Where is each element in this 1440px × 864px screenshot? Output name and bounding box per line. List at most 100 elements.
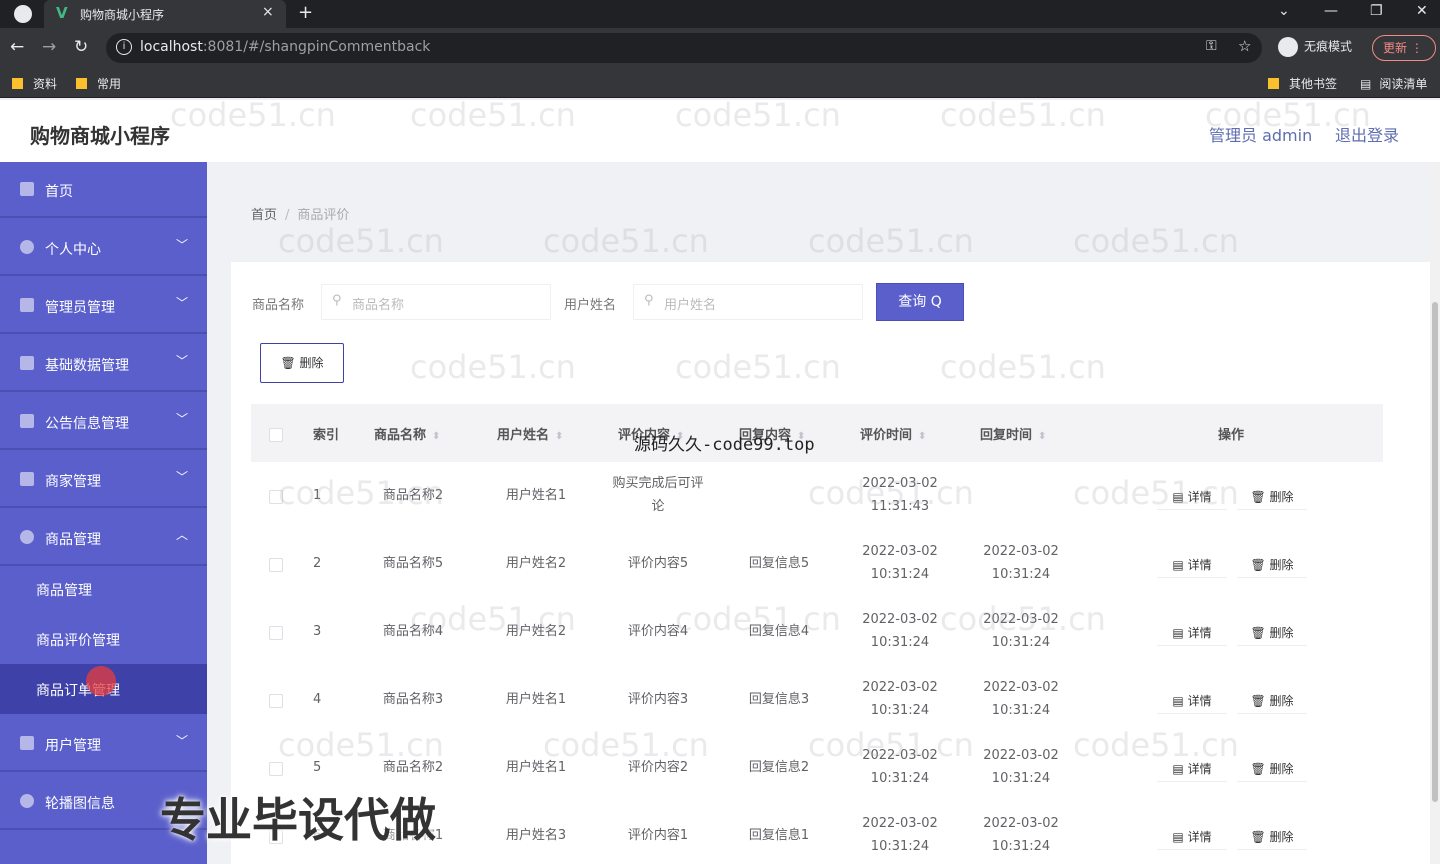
breadcrumb-separator: / — [285, 208, 290, 223]
detail-button[interactable]: ▤ 详情 — [1157, 756, 1227, 782]
user-name-label: 用户姓名 — [564, 298, 617, 313]
detail-button[interactable]: ▤ 详情 — [1157, 552, 1227, 578]
select-all-checkbox[interactable] — [269, 428, 283, 442]
scrollbar-thumb[interactable] — [1432, 302, 1438, 802]
delete-button[interactable]: 🗑 删除 — [1237, 688, 1307, 714]
sidebar-item-base-data[interactable]: 基础数据管理 ﹀ — [0, 336, 207, 392]
minimize-icon[interactable]: — — [1324, 3, 1338, 19]
cell-reply: 回复信息3 — [748, 692, 810, 707]
delete-button[interactable]: 🗑 删除 — [1237, 484, 1307, 510]
chevron-down-icon: ﹀ — [176, 470, 189, 484]
restore-icon[interactable]: ❐ — [1370, 3, 1383, 19]
reading-list-icon: ▤ — [1360, 77, 1372, 91]
sidebar-item-personal[interactable]: 个人中心 ﹀ — [0, 220, 207, 276]
row-checkbox[interactable] — [269, 762, 283, 776]
cell-comment: 评价内容1 — [627, 828, 689, 843]
goods-icon — [20, 530, 34, 544]
cell-index: 1 — [313, 488, 322, 503]
sidebar: 首页 个人中心 ﹀ 管理员管理 ﹀ 基础数据管理 ﹀ 公告信息管理 ﹀ 商家管理… — [0, 162, 207, 864]
sidebar-item-merchants[interactable]: 商家管理 ﹀ — [0, 452, 207, 508]
delete-button[interactable]: 🗑 删除 — [1237, 824, 1307, 850]
list-icon — [20, 472, 34, 486]
update-button[interactable]: 更新 ⋮ — [1372, 35, 1436, 61]
cell-comment-time: 2022-03-02 10:31:24 — [862, 680, 938, 718]
source-overlay-text: 源码久久-code99.top — [634, 435, 815, 455]
detail-button[interactable]: ▤ 详情 — [1157, 824, 1227, 850]
incognito-indicator[interactable]: 无痕模式 — [1278, 37, 1352, 57]
sidebar-item-notices[interactable]: 公告信息管理 ﹀ — [0, 394, 207, 450]
back-icon[interactable]: ← — [10, 37, 24, 57]
sort-icon[interactable]: ⬍ — [1038, 431, 1046, 442]
detail-button[interactable]: ▤ 详情 — [1157, 688, 1227, 714]
search-icon: ⚲ — [332, 293, 342, 308]
cell-reply-time: 2022-03-02 10:31:24 — [983, 816, 1059, 854]
sidebar-item-users[interactable]: 用户管理 ﹀ — [0, 716, 207, 772]
sort-icon[interactable]: ⬍ — [918, 431, 926, 442]
bookmark-star-icon[interactable]: ☆ — [1238, 37, 1251, 55]
row-checkbox[interactable] — [269, 490, 283, 504]
delete-button[interactable]: 🗑 删除 — [1237, 756, 1307, 782]
close-window-icon[interactable]: ✕ — [1416, 3, 1428, 19]
cell-reply-time: 2022-03-02 10:31:24 — [983, 748, 1059, 786]
row-checkbox[interactable] — [269, 694, 283, 708]
chevron-down-icon: ﹀ — [176, 238, 189, 252]
table-row: 2 商品名称5 用户姓名2 评价内容5 回复信息5 2022-03-02 10:… — [251, 530, 1383, 598]
other-bookmarks[interactable]: 其他书签 — [1268, 75, 1337, 92]
sidebar-subitem-goods[interactable]: 商品管理 — [0, 564, 207, 614]
cell-user-name: 用户姓名2 — [505, 624, 567, 639]
sidebar-item-home[interactable]: 首页 — [0, 162, 207, 218]
folder-icon — [1268, 78, 1279, 89]
cell-goods-name: 商品名称3 — [382, 692, 444, 707]
th-user-name[interactable]: 用户姓名 ⬍ — [497, 424, 563, 443]
sidebar-item-admins[interactable]: 管理员管理 ﹀ — [0, 278, 207, 334]
sort-icon[interactable]: ⬍ — [432, 431, 440, 442]
reload-icon[interactable]: ↻ — [74, 37, 88, 57]
info-icon[interactable]: i — [116, 39, 132, 55]
bookmarks-bar: 资料 常用 其他书签 ▤ 阅读清单 — [0, 68, 1440, 98]
bulk-delete-button[interactable]: 🗑 删除 — [260, 343, 344, 383]
table-row: 3 商品名称4 用户姓名2 评价内容4 回复信息4 2022-03-02 10:… — [251, 598, 1383, 666]
th-goods-name[interactable]: 商品名称 ⬍ — [374, 424, 440, 443]
url-field[interactable]: i localhost:8081/#/shangpinCommentback ⚿… — [106, 33, 1262, 63]
detail-button[interactable]: ▤ 详情 — [1157, 620, 1227, 646]
cell-comment: 评价内容5 — [627, 556, 689, 571]
row-checkbox[interactable] — [269, 626, 283, 640]
cell-index: 4 — [313, 692, 322, 707]
breadcrumb-home[interactable]: 首页 — [251, 208, 277, 223]
delete-button[interactable]: 🗑 删除 — [1237, 620, 1307, 646]
page-scrollbar[interactable] — [1430, 162, 1440, 864]
delete-button[interactable]: 🗑 删除 — [1237, 552, 1307, 578]
reading-list[interactable]: ▤ 阅读清单 — [1360, 75, 1427, 92]
key-icon[interactable]: ⚿ — [1206, 38, 1217, 54]
cell-reply-time: 2022-03-02 10:31:24 — [983, 544, 1059, 582]
user-name-input[interactable]: ⚲ 用户姓名 — [633, 284, 863, 320]
chevron-down-icon: ﹀ — [176, 412, 189, 426]
cell-comment: 评价内容3 — [627, 692, 689, 707]
new-tab-icon[interactable]: + — [298, 2, 313, 23]
content-card: 商品名称 ⚲ 商品名称 用户姓名 ⚲ 用户姓名 查询 Q 🗑 删除 索引 商品名… — [231, 262, 1431, 864]
th-index: 索引 — [313, 428, 340, 443]
detail-button[interactable]: ▤ 详情 — [1157, 484, 1227, 510]
bookmark-folder-1[interactable]: 资料 — [12, 75, 57, 92]
tab-close-icon[interactable]: × — [262, 4, 274, 20]
query-button[interactable]: 查询 Q — [876, 283, 964, 321]
th-reply-time[interactable]: 回复时间 ⬍ — [980, 424, 1046, 443]
notice-icon — [20, 414, 34, 428]
sidebar-subitem-goods-comments[interactable]: 商品评价管理 — [0, 614, 207, 664]
cell-user-name: 用户姓名1 — [505, 692, 567, 707]
row-checkbox[interactable] — [269, 558, 283, 572]
chevron-down-icon: ﹀ — [176, 296, 189, 310]
tab-search-icon[interactable]: ⌄ — [1278, 3, 1290, 19]
cell-user-name: 用户姓名1 — [505, 488, 567, 503]
users-icon — [20, 736, 34, 750]
logout-link[interactable]: 退出登录 — [1335, 122, 1399, 146]
sort-icon[interactable]: ⬍ — [555, 431, 563, 442]
forward-icon[interactable]: → — [42, 37, 56, 57]
tab-title: 购物商城小程序 — [80, 8, 165, 22]
th-comment-time[interactable]: 评价时间 ⬍ — [860, 424, 926, 443]
bookmark-folder-2[interactable]: 常用 — [76, 75, 121, 92]
goods-name-input[interactable]: ⚲ 商品名称 — [321, 284, 551, 320]
browser-tab[interactable]: V 购物商城小程序 × — [44, 0, 286, 28]
search-icon: ⚲ — [644, 293, 654, 308]
sidebar-item-goods[interactable]: 商品管理 ︿ — [0, 510, 207, 566]
